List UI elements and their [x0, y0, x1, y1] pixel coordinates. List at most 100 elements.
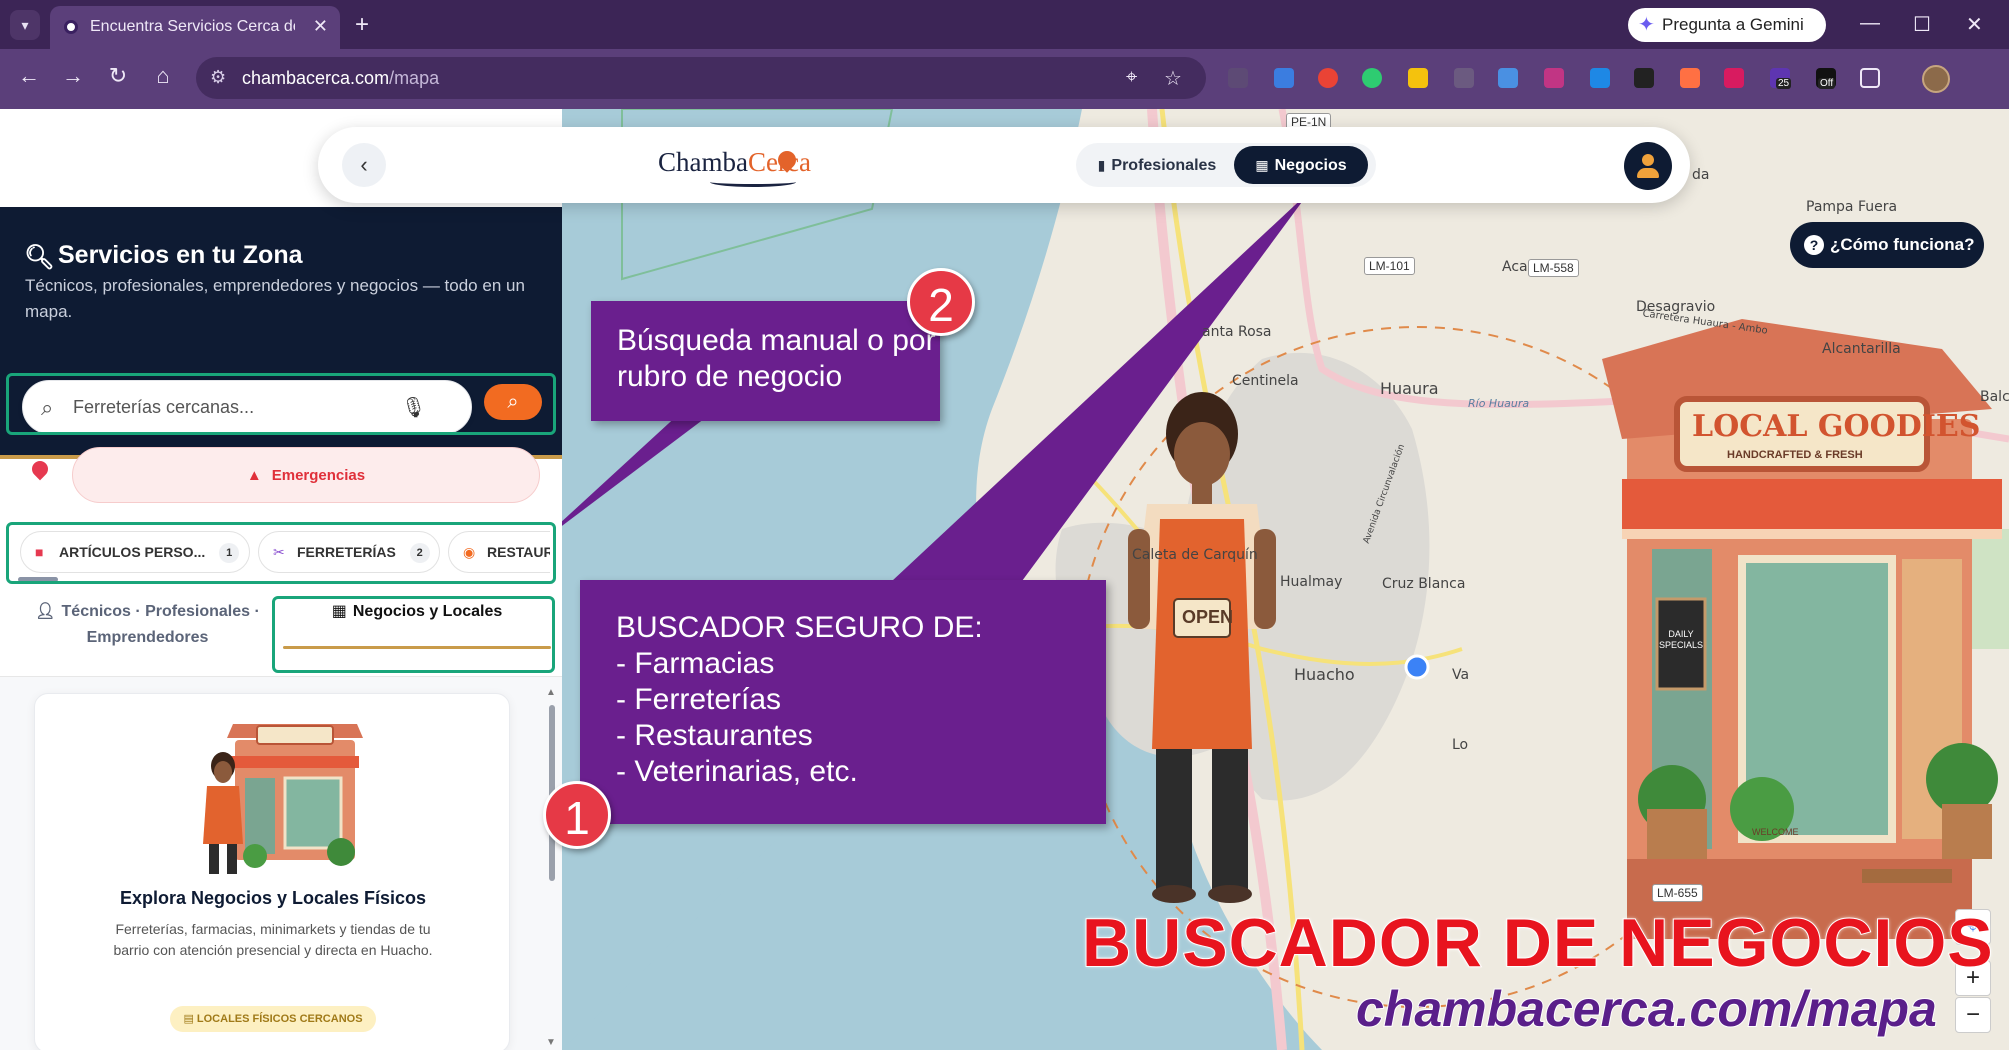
person-icon: 👤︎ — [35, 603, 56, 620]
brand-swoosh — [710, 177, 796, 187]
tab-title: Encuentra Servicios Cerca de Ti — [90, 18, 295, 35]
extension-translate-icon[interactable] — [1274, 68, 1294, 88]
highlight-categories — [6, 522, 556, 584]
forward-arrow-icon[interactable]: → — [58, 63, 88, 89]
zoom-out-button[interactable]: − — [1955, 997, 1991, 1033]
mode-businesses-label: Negocios — [1274, 157, 1347, 174]
map-label: Caleta de Carquín — [1132, 547, 1258, 563]
road-badge: LM-655 — [1652, 884, 1703, 902]
shop-illustration — [203, 724, 363, 874]
road-badge: LM-101 — [1364, 257, 1415, 275]
scroll-up-icon[interactable]: ▲ — [546, 687, 556, 698]
extension-grid-icon[interactable] — [1724, 68, 1744, 88]
gemini-label: Pregunta a Gemini — [1662, 15, 1804, 34]
map-label: Huaura — [1380, 379, 1439, 398]
address-bar[interactable]: ⚙ chambacerca.com/mapa ⌖ ☆ — [196, 57, 1206, 99]
tab-professionals[interactable]: 👤︎ Técnicos · Profesionales · Emprendedor… — [20, 599, 275, 651]
tab-professionals-label: Técnicos · Profesionales · Emprendedores — [61, 603, 260, 646]
how-it-works-button[interactable]: ? ¿Cómo funciona? — [1790, 222, 1984, 268]
close-window-icon[interactable]: ✕ — [1966, 12, 1983, 37]
map-label: Lo — [1452, 737, 1469, 753]
extension-folder-icon[interactable] — [1408, 68, 1428, 88]
tab-close-icon[interactable]: ✕ — [313, 16, 328, 37]
gemini-button[interactable]: ✦ Pregunta a Gemini — [1628, 8, 1826, 42]
back-button[interactable]: ‹ — [342, 143, 386, 187]
highlight-search — [6, 373, 556, 435]
map-label: Huacho — [1294, 665, 1355, 684]
map-label: anta Rosa — [1202, 324, 1272, 340]
user-account-button[interactable] — [1624, 142, 1672, 190]
card-title: Explora Negocios y Locales Físicos — [119, 888, 427, 908]
map-label: Río Huaura — [1468, 397, 1530, 410]
map-label: da — [1692, 167, 1710, 183]
browser-tab-active[interactable]: Encuentra Servicios Cerca de Ti ✕ — [50, 6, 340, 49]
extension-pink-icon[interactable] — [1544, 68, 1564, 88]
shop-sign-subtitle: HANDCRAFTED & FRESH — [1727, 449, 1863, 461]
card-description: Ferreterías, farmacias, minimarkets y ti… — [113, 921, 433, 958]
url-text: chambacerca.com/mapa — [242, 68, 440, 88]
results-content: Explora Negocios y Locales Físicos Ferre… — [0, 677, 562, 1050]
mode-switch: ▮ Profesionales ▦ Negocios — [1076, 143, 1376, 187]
extension-badge-icon[interactable]: 25 — [1770, 68, 1792, 89]
promo-url: chambacerca.com/mapa — [1355, 980, 1938, 1038]
zone-title: Servicios en tu Zona — [58, 241, 303, 269]
emergency-button[interactable]: ▲ Emergencias — [72, 447, 540, 503]
map-label: Alcantarilla — [1822, 341, 1901, 357]
extension-video-icon[interactable] — [1634, 68, 1654, 88]
browser-profile-avatar[interactable] — [1922, 65, 1950, 93]
step-badge-one: 1 — [543, 781, 611, 849]
emergency-label: Emergencias — [271, 467, 366, 484]
extension-color-icon[interactable] — [1318, 68, 1338, 88]
location-pin-icon[interactable] — [28, 457, 52, 481]
zone-description: Técnicos, profesionales, emprendedores y… — [25, 276, 525, 321]
shop-sign-text: LOCAL GOODIES — [1692, 409, 1981, 444]
how-it-works-label: ¿Cómo funciona? — [1830, 235, 1975, 254]
store-icon: ▤ — [183, 1013, 197, 1025]
home-icon[interactable]: ⌂ — [148, 63, 178, 89]
tab-favicon-icon — [64, 20, 78, 34]
road-badge: LM-558 — [1528, 259, 1579, 277]
map-label: Balc — [1980, 389, 2009, 405]
scroll-down-icon[interactable]: ▼ — [546, 1037, 556, 1048]
mode-businesses-button[interactable]: ▦ Negocios — [1234, 146, 1368, 184]
extensions-puzzle-icon[interactable] — [1860, 68, 1880, 88]
chalkboard-text: DAILY SPECIALS — [1659, 629, 1704, 650]
user-icon — [1642, 154, 1654, 166]
promo-title: BUSCADOR DE NEGOCIOS — [1081, 904, 1994, 982]
badge-icon: ▮ — [1097, 157, 1106, 173]
extension-off-icon[interactable]: Off — [1816, 68, 1836, 89]
site-info-icon[interactable]: ⚙ — [210, 67, 226, 88]
extension-count-badge: 25 — [1776, 78, 1792, 89]
browser-toolbar: ← → ↻ ⌂ ⚙ chambacerca.com/mapa ⌖ ☆ 25 Of… — [0, 49, 2009, 109]
reload-icon[interactable]: ↻ — [103, 63, 133, 89]
bookmark-star-icon[interactable]: ☆ — [1164, 66, 1182, 91]
extension-n-icon[interactable] — [1680, 68, 1700, 88]
highlight-business-tab — [272, 596, 555, 673]
map-label: Cruz Blanca — [1382, 576, 1466, 592]
location-pin-icon[interactable]: ⌖ — [1126, 66, 1137, 89]
gemini-sparkle-icon: ✦ — [1638, 14, 1655, 36]
extension-off-badge: Off — [1818, 78, 1836, 89]
back-arrow-icon[interactable]: ← — [14, 63, 44, 89]
card-badge: ▤ LOCALES FÍSICOS CERCANOS — [170, 1006, 376, 1032]
map-label: Va — [1452, 667, 1470, 683]
extension-pen-icon[interactable] — [1362, 68, 1382, 88]
callout-search-info: Búsqueda manual o por rubro de negocio — [591, 301, 940, 421]
empty-state-card: Explora Negocios y Locales Físicos Ferre… — [34, 693, 510, 1050]
extension-recycle-icon[interactable] — [1228, 68, 1248, 88]
question-icon: ? — [1804, 235, 1824, 255]
tab-search-menu-icon[interactable]: ▾ — [10, 10, 40, 40]
extension-docs-icon[interactable] — [1498, 68, 1518, 88]
mode-professionals-button[interactable]: ▮ Profesionales — [1082, 146, 1232, 184]
map-label: Centinela — [1232, 373, 1299, 389]
card-badge-label: LOCALES FÍSICOS CERCANOS — [196, 1013, 363, 1025]
extension-screen-icon[interactable] — [1454, 68, 1474, 88]
building-icon: ▦ — [1255, 157, 1269, 173]
results-scrollbar[interactable]: ▲ ▼ — [546, 687, 558, 1049]
user-icon-body — [1637, 168, 1659, 178]
minimize-window-icon[interactable]: — — [1860, 12, 1880, 35]
new-tab-plus-icon[interactable]: + — [355, 10, 369, 40]
extension-shield-icon[interactable] — [1590, 68, 1610, 88]
open-sign-text: OPEN — [1182, 607, 1234, 627]
maximize-window-icon[interactable]: ☐ — [1913, 12, 1931, 37]
